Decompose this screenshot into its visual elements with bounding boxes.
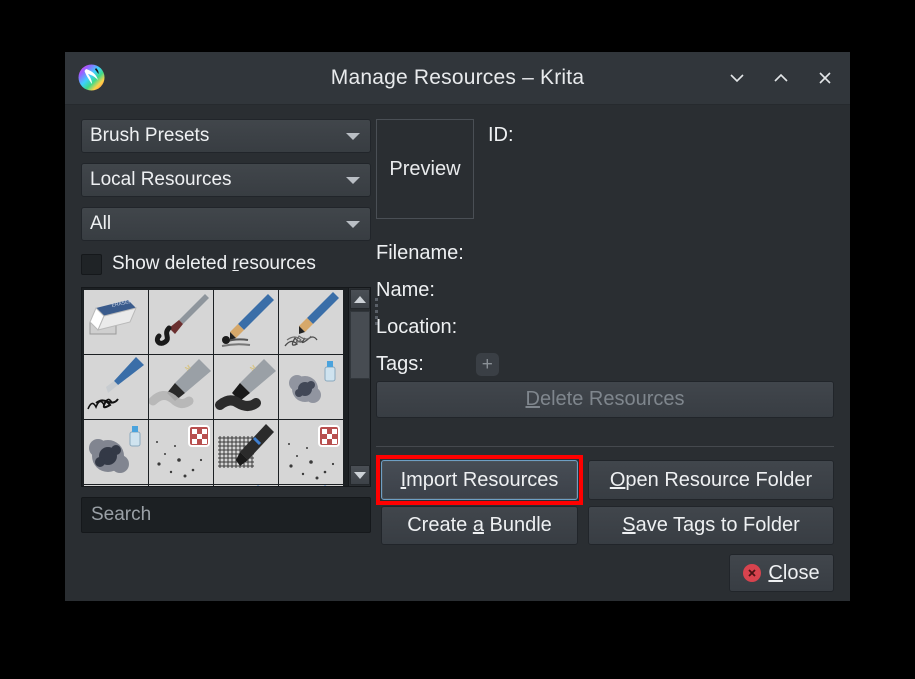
thumbnail-item[interactable] [214,485,278,487]
scroll-up-arrow-icon [354,296,366,303]
thumbnail-item[interactable] [149,290,213,354]
scroll-down-button[interactable] [350,465,370,485]
show-deleted-resources-checkbox[interactable]: Show deleted resources [81,251,371,277]
thumbnail-item[interactable] [214,420,278,484]
thumbnail-item[interactable] [279,485,343,487]
label-rest: pen Resource Folder [625,469,812,491]
scroll-down-arrow-icon [354,472,366,479]
label-rest: lose [783,562,820,584]
close-x-icon [815,68,835,88]
resource-thumbnail-grid[interactable]: ERASER [81,287,371,487]
chevron-down-icon [346,133,360,140]
label-rest: Bundle [484,514,552,536]
section-divider [376,446,834,447]
thumbnail-item[interactable] [149,420,213,484]
window-controls [722,52,840,104]
thumbnail-item[interactable] [214,290,278,354]
chevron-down-icon [727,68,747,88]
import-resources-label: Import Resources [401,469,559,492]
title-bar: Manage Resources – Krita [65,52,850,105]
resource-id-label: ID: [488,124,514,146]
label-rest: elete Resources [540,388,685,410]
tag-filter-combobox[interactable]: All [81,207,371,241]
label-part-2: esources [239,253,316,274]
tag-filter-value: All [82,213,111,235]
save-tags-to-folder-button[interactable]: Save Tags to Folder [588,506,834,545]
thumbnail-item[interactable] [149,485,213,487]
search-placeholder: Search [82,504,151,526]
thumbnail-item[interactable] [84,355,148,419]
preview-row: Preview ID: [376,119,834,231]
open-resource-folder-label: Open Resource Folder [610,469,812,492]
scrollbar-thumb[interactable] [350,311,370,379]
accel-char: S [622,514,635,536]
show-deleted-resources-label: Show deleted resources [112,253,316,275]
right-panel: Preview ID: Filename: Name: Location: [376,119,834,383]
preview-label: Preview [389,158,460,181]
manage-resources-dialog: Manage Resources – Krita [65,52,850,601]
thumbnail-item[interactable]: M [214,355,278,419]
close-circle-icon [743,564,761,582]
chevron-down-icon [346,177,360,184]
window-close-button[interactable] [810,63,840,93]
dialog-body: Brush Presets Local Resources All Show d… [65,105,850,602]
left-panel: Brush Presets Local Resources All Show d… [81,119,371,533]
label-rest: ave Tags to Folder [636,514,800,536]
accel-char: D [526,388,540,410]
plus-glyph: + [482,355,493,374]
filename-row: Filename: [376,235,834,272]
label-rest: mport Resources [406,469,558,491]
grid-scrollbar[interactable] [348,288,370,486]
thumbnail-list: ERASER [83,289,349,487]
screen: Manage Resources – Krita [0,0,915,679]
thumbnail-item[interactable] [279,355,343,419]
thumbnail-item[interactable] [279,420,343,484]
chevron-up-icon [771,68,791,88]
close-button[interactable]: Close [729,554,834,592]
minimize-button[interactable] [722,63,752,93]
scroll-up-button[interactable] [350,289,370,309]
delete-resources-label: Delete Resources [526,388,685,411]
thumbnail-item[interactable]: ERASER [84,290,148,354]
filename-label: Filename: [376,242,464,264]
resource-id-row: ID: [488,124,514,147]
close-button-label: Close [768,562,819,585]
accel-char: O [610,469,626,491]
name-label: Name: [376,279,435,301]
name-row: Name: [376,272,834,309]
thumbnail-item[interactable] [84,420,148,484]
krita-logo-icon [77,63,106,92]
accel-char: a [473,514,484,536]
location-label: Location: [376,316,457,338]
resource-preview: Preview [376,119,474,219]
resource-metadata: Filename: Name: Location: Tags: + [376,235,834,383]
resource-type-value: Brush Presets [82,125,209,147]
save-tags-to-folder-label: Save Tags to Folder [622,514,800,537]
checkbox-box[interactable] [81,254,102,275]
thumbnail-item[interactable] [279,290,343,354]
storage-value: Local Resources [82,169,232,191]
import-resources-button[interactable]: Import Resources [381,460,578,500]
label-part-1: Show deleted [112,253,232,274]
location-row: Location: [376,309,834,346]
create-bundle-label: Create a Bundle [407,514,552,537]
label-start: Create [407,514,473,536]
thumbnail-item[interactable]: M [149,355,213,419]
accel-char: C [768,562,782,584]
search-field[interactable]: Search [81,497,371,533]
tags-row: Tags: + [376,346,834,383]
open-resource-folder-button[interactable]: Open Resource Folder [588,460,834,500]
tags-label: Tags: [376,346,424,383]
delete-resources-button[interactable]: Delete Resources [376,381,834,418]
storage-combobox[interactable]: Local Resources [81,163,371,197]
thumbnail-item[interactable] [84,485,148,487]
chevron-down-icon [346,221,360,228]
resource-type-combobox[interactable]: Brush Presets [81,119,371,153]
maximize-button[interactable] [766,63,796,93]
plus-icon[interactable]: + [476,353,499,376]
create-bundle-button[interactable]: Create a Bundle [381,506,578,545]
